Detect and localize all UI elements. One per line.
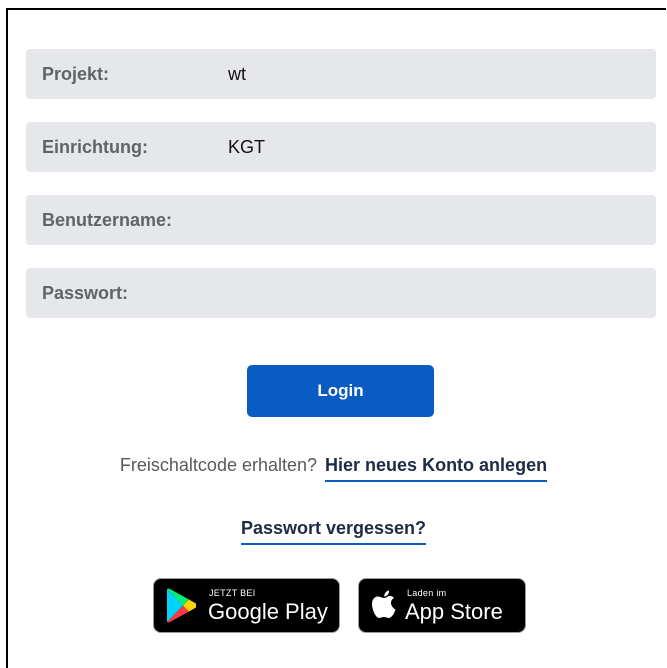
signup-row: Freischaltcode erhalten? Hier neues Konto… (0, 455, 667, 482)
forgot-password-link[interactable]: Passwort vergessen? (240, 518, 427, 545)
password-field[interactable]: Passwort: (26, 268, 656, 318)
login-panel-frame (6, 8, 666, 668)
username-label: Benutzername: (42, 209, 173, 230)
username-field[interactable]: Benutzername: (26, 195, 656, 245)
app-store-big-text: App Store (405, 599, 503, 624)
username-input[interactable] (228, 205, 646, 235)
facility-field[interactable]: Einrichtung: (26, 122, 656, 172)
google-play-badge[interactable]: JETZT BEI Google Play (153, 578, 340, 633)
password-input[interactable] (228, 278, 646, 308)
forgot-password-row: Passwort vergessen? (0, 518, 667, 545)
app-store-small-text: Laden im (407, 588, 447, 598)
google-play-icon (167, 588, 196, 623)
google-play-small-text: JETZT BEI (209, 588, 256, 598)
signup-prompt: Freischaltcode erhalten? (119, 455, 318, 475)
project-label: Projekt: (42, 63, 110, 84)
google-play-big-text: Google Play (208, 599, 328, 624)
project-field[interactable]: Projekt: (26, 49, 656, 99)
login-button[interactable]: Login (247, 365, 434, 417)
app-store-badge[interactable]: Laden im App Store (358, 578, 526, 633)
facility-label: Einrichtung: (42, 136, 148, 157)
facility-input[interactable] (228, 132, 646, 162)
password-label: Passwort: (42, 282, 129, 303)
apple-icon (372, 590, 396, 618)
project-input[interactable] (228, 59, 646, 89)
create-account-link[interactable]: Hier neues Konto anlegen (325, 455, 548, 482)
